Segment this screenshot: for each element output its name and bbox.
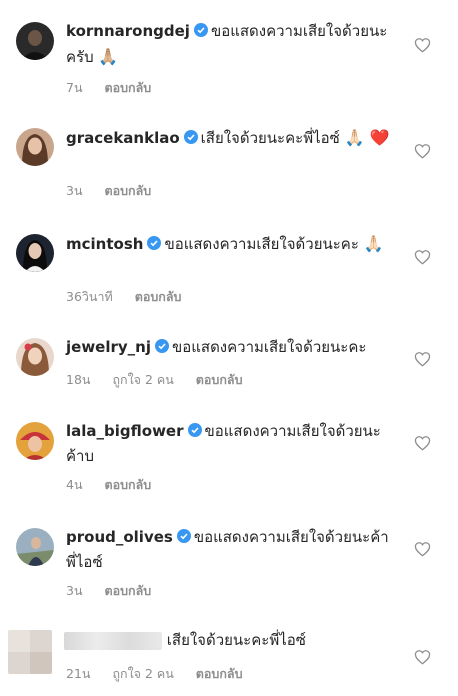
reply-button[interactable]: ตอบกลับ [196, 372, 243, 387]
comment-meta: 4น ตอบกลับ [66, 475, 169, 495]
verified-badge-icon [154, 339, 169, 353]
comment-time: 3น [66, 583, 83, 598]
username-link[interactable]: proud_olives [66, 528, 173, 546]
verified-badge-icon [187, 423, 202, 437]
avatar[interactable] [16, 22, 54, 60]
heart-icon[interactable] [414, 435, 431, 451]
comment-time: 36วินาที [66, 289, 113, 304]
verified-badge-icon [183, 130, 198, 144]
comment-meta: 21น ถูกใจ 2 คน ตอบกลับ [66, 664, 261, 684]
heart-icon[interactable] [414, 541, 431, 557]
comment-time: 4น [66, 477, 83, 492]
username-link[interactable]: jewelry_nj [66, 338, 151, 356]
comment-text-block: proud_olives ขอแสดงความเสียใจด้วยนะค้าพี่… [66, 525, 396, 575]
comment-meta: 7น ตอบกลับ [66, 78, 169, 98]
reply-button[interactable]: ตอบกลับ [104, 183, 151, 198]
username-link[interactable]: mcintosh [66, 235, 143, 253]
comment-body: เสียใจด้วยนะคะพี่ไอซ์ [200, 129, 340, 147]
verified-badge-icon [147, 236, 162, 250]
comment-body: เสียใจด้วยนะคะพี่ไอซ์ [166, 631, 306, 649]
like-count[interactable]: ถูกใจ 2 คน [112, 372, 173, 387]
comment-emoji: 🙏🏻 [363, 234, 384, 253]
comment-time: 18น [66, 372, 91, 387]
avatar[interactable] [8, 630, 52, 674]
reply-button[interactable]: ตอบกลับ [104, 583, 151, 598]
comment-text-block: kornnarongdej ขอแสดงความเสียใจด้วยนะครับ … [66, 19, 396, 70]
verified-badge-icon [176, 529, 191, 543]
verified-badge-icon [193, 23, 208, 37]
comment-time: 3น [66, 183, 83, 198]
avatar[interactable] [16, 128, 54, 166]
username-link[interactable]: kornnarongdej [66, 22, 190, 40]
comment-text-block: mcintosh ขอแสดงความเสียใจด้วยนะคะ 🙏🏻 [66, 231, 396, 257]
avatar[interactable] [16, 234, 54, 272]
comment-meta: 36วินาที ตอบกลับ [66, 287, 199, 307]
heart-icon[interactable] [414, 249, 431, 265]
comment-time: 7น [66, 80, 83, 95]
heart-icon[interactable] [414, 143, 431, 159]
reply-button[interactable]: ตอบกลับ [135, 289, 182, 304]
reply-button[interactable]: ตอบกลับ [104, 80, 151, 95]
comment-text-block: jewelry_nj ขอแสดงความเสียใจด้วยนะคะ [66, 335, 396, 360]
comment-text-block: เสียใจด้วยนะคะพี่ไอซ์ [64, 628, 394, 653]
reply-button[interactable]: ตอบกลับ [104, 477, 151, 492]
comment-body: ขอแสดงความเสียใจด้วยนะคะ [164, 235, 359, 253]
comment-text-block: gracekanklao เสียใจด้วยนะคะพี่ไอซ์ 🙏🏻 ❤️ [66, 125, 396, 151]
avatar[interactable] [16, 528, 54, 566]
comment-time: 21น [66, 666, 91, 681]
username-link[interactable]: gracekanklao [66, 129, 180, 147]
comment-meta: 3น ตอบกลับ [66, 181, 169, 201]
username-link[interactable]: lala_bigflower [66, 422, 184, 440]
blurred-username [64, 631, 162, 650]
like-count[interactable]: ถูกใจ 2 คน [112, 666, 173, 681]
reply-button[interactable]: ตอบกลับ [196, 666, 243, 681]
avatar[interactable] [16, 422, 54, 460]
comment-text-block: lala_bigflower ขอแสดงความเสียใจด้วยนะค้าบ [66, 419, 396, 469]
heart-icon[interactable] [414, 649, 431, 665]
heart-icon[interactable] [414, 37, 431, 53]
avatar[interactable] [16, 338, 54, 376]
comment-body: ขอแสดงความเสียใจด้วยนะคะ [171, 338, 367, 356]
heart-icon[interactable] [414, 351, 431, 367]
comment-emoji: 🙏🏻 ❤️ [344, 128, 390, 147]
comment-meta: 18น ถูกใจ 2 คน ตอบกลับ [66, 370, 261, 390]
comment-emoji: 🙏🏼 [98, 47, 119, 66]
comment-meta: 3น ตอบกลับ [66, 581, 169, 601]
